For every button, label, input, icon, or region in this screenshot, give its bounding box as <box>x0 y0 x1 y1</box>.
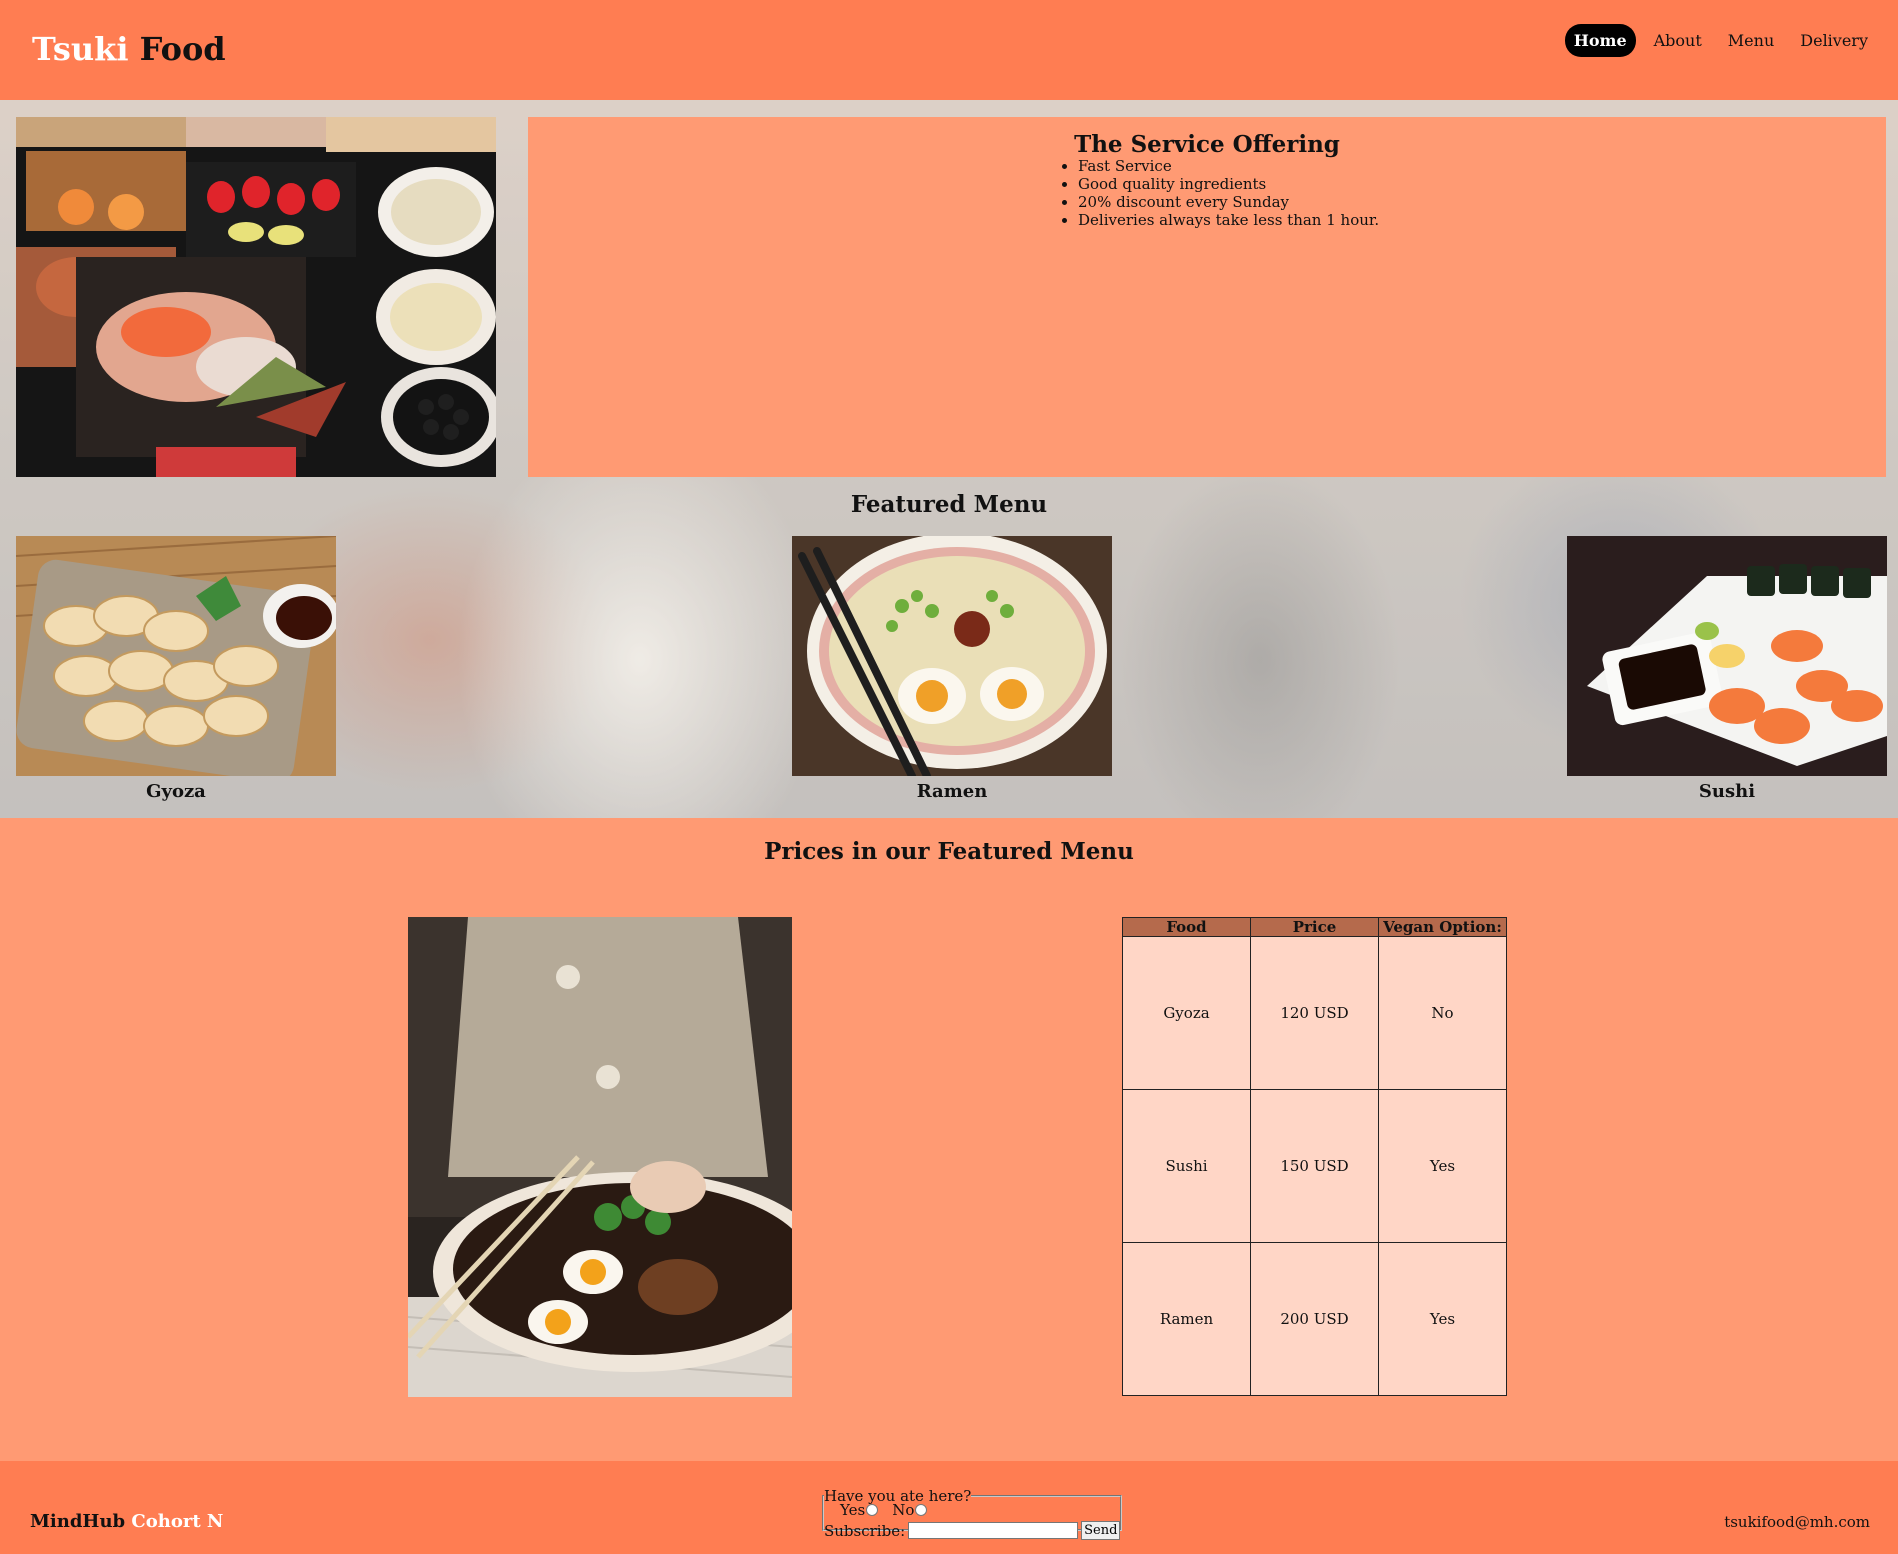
no-label: No <box>892 1501 915 1519</box>
site-footer: MindHub Cohort N Have you ate here? Yes … <box>0 1461 1898 1554</box>
dish-caption: Ramen <box>916 781 988 802</box>
brand-first: Tsuki <box>32 30 129 68</box>
service-offering-title: The Service Offering <box>1074 131 1340 158</box>
nav-about[interactable]: About <box>1646 25 1710 56</box>
service-offering-list: Fast Service Good quality ingredients 20… <box>1056 157 1379 229</box>
yes-label: Yes <box>840 1501 866 1519</box>
ramen-bowl-photo <box>408 917 792 1397</box>
no-option[interactable]: No <box>892 1501 928 1519</box>
featured-menu-title: Featured Menu <box>850 491 1048 518</box>
dish-caption: Gyoza <box>146 781 206 802</box>
dish-caption: Sushi <box>1698 781 1756 802</box>
column-header: Food <box>1122 917 1251 937</box>
nav-delivery[interactable]: Delivery <box>1792 25 1876 56</box>
site-header: Tsuki Food Home About Menu Delivery <box>0 0 1898 100</box>
footer-email[interactable]: tsukifood@mh.com <box>1724 1513 1870 1531</box>
offering-item: Fast Service <box>1078 157 1379 175</box>
footer-cohort: Cohort N <box>131 1511 224 1532</box>
footer-credit: MindHub Cohort N <box>30 1511 223 1532</box>
hero-section: The Service Offering Fast Service Good q… <box>0 100 1898 818</box>
table-cell: 120 USD <box>1250 936 1379 1090</box>
prices-title: Prices in our Featured Menu <box>764 838 1134 865</box>
main-nav: Home About Menu Delivery <box>1555 24 1876 57</box>
yes-radio[interactable] <box>866 1504 879 1516</box>
table-cell: Sushi <box>1122 1089 1251 1243</box>
featured-dish-ramen: Ramen <box>792 536 1112 802</box>
table-row: Gyoza 120 USD No <box>1122 936 1507 1090</box>
sushi-photo <box>1567 536 1887 776</box>
featured-dish-gyoza: Gyoza <box>16 536 336 802</box>
table-cell: 200 USD <box>1250 1242 1379 1396</box>
no-radio[interactable] <box>915 1504 928 1516</box>
nav-home[interactable]: Home <box>1564 24 1636 57</box>
column-header: Price <box>1250 917 1379 937</box>
survey-form: Have you ate here? Yes No Subscribe: Sen… <box>822 1487 1123 1540</box>
prices-table: Food Price Vegan Option: Gyoza 120 USD N… <box>1122 917 1507 1396</box>
featured-dish-sushi: Sushi <box>1567 536 1887 802</box>
nav-menu[interactable]: Menu <box>1720 25 1782 56</box>
subscribe-label: Subscribe: <box>824 1521 906 1540</box>
send-button[interactable]: Send <box>1081 1521 1121 1540</box>
offering-item: Good quality ingredients <box>1078 175 1379 193</box>
site-logo[interactable]: Tsuki Food <box>32 30 226 68</box>
table-cell: Gyoza <box>1122 936 1251 1090</box>
table-row: Sushi 150 USD Yes <box>1122 1089 1507 1243</box>
gyoza-photo <box>16 536 336 776</box>
footer-org: MindHub <box>30 1511 126 1532</box>
subscribe-row: Subscribe: Send <box>824 1521 1121 1540</box>
ramen-photo <box>792 536 1112 776</box>
table-cell: No <box>1378 936 1507 1090</box>
yes-option[interactable]: Yes <box>840 1501 879 1519</box>
column-header: Vegan Option: <box>1378 917 1507 937</box>
table-cell: 150 USD <box>1250 1089 1379 1243</box>
table-header-row: Food Price Vegan Option: <box>1122 917 1507 937</box>
table-row: Ramen 200 USD Yes <box>1122 1242 1507 1396</box>
table-cell: Yes <box>1378 1089 1507 1243</box>
offering-item: Deliveries always take less than 1 hour. <box>1078 211 1379 229</box>
table-cell: Ramen <box>1122 1242 1251 1396</box>
table-cell: Yes <box>1378 1242 1507 1396</box>
subscribe-input[interactable] <box>908 1522 1079 1539</box>
service-offering-panel: The Service Offering Fast Service Good q… <box>528 117 1886 477</box>
offering-item: 20% discount every Sunday <box>1078 193 1379 211</box>
osechi-boxes-photo <box>16 117 496 477</box>
brand-second: Food <box>139 30 226 68</box>
